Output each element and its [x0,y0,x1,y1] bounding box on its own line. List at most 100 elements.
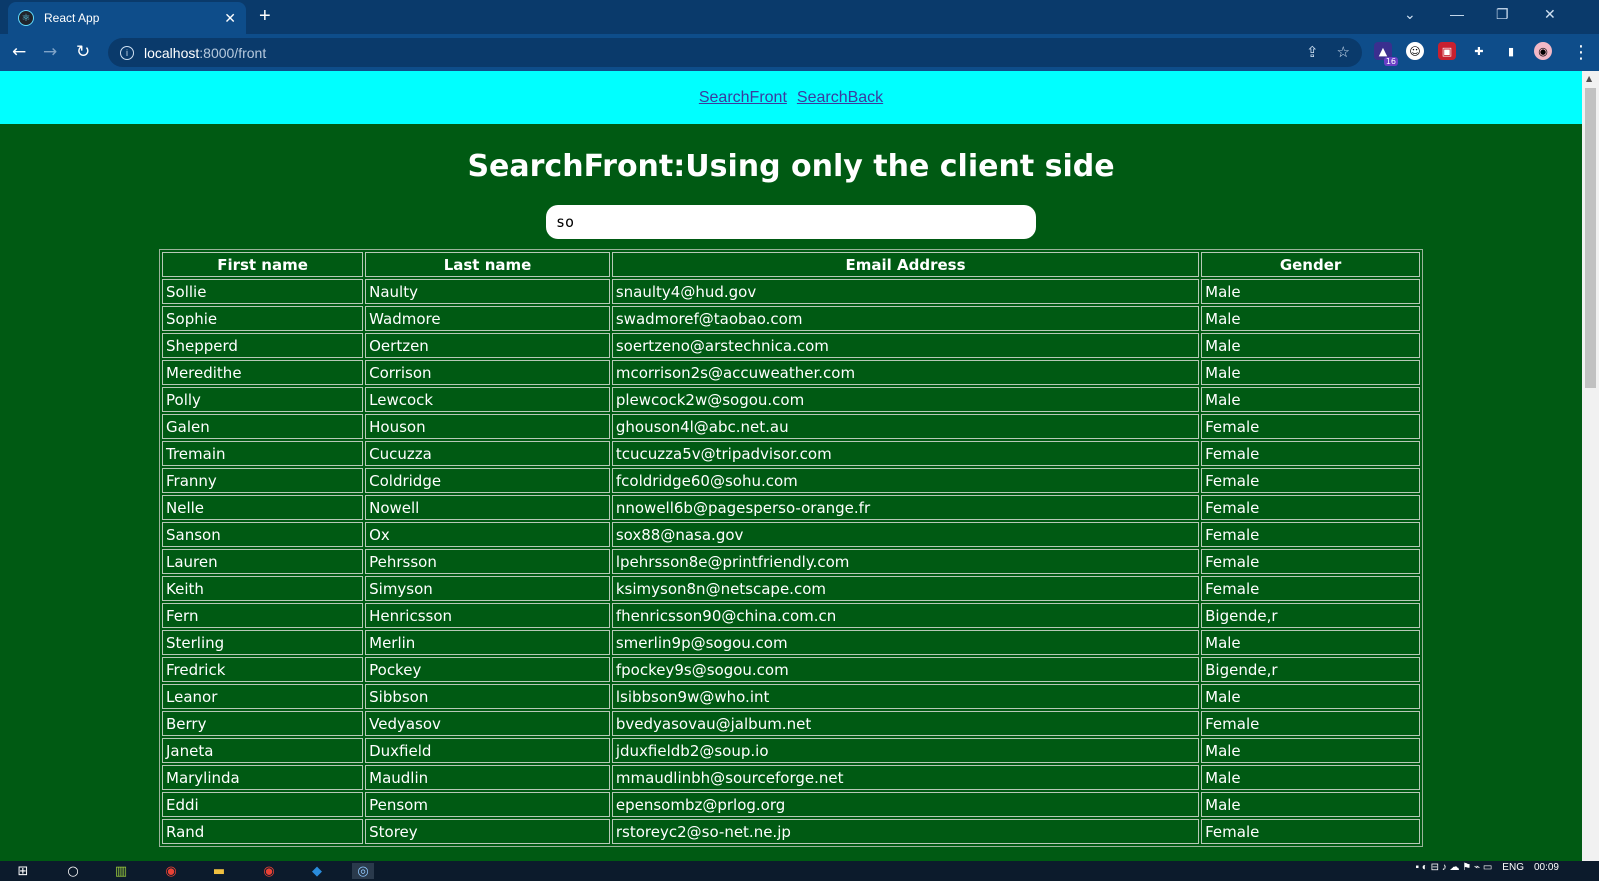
windows-start-icon[interactable]: ⊞ [12,863,34,879]
cell-email: swadmoref@taobao.com [611,306,1200,331]
nav-link-searchfront[interactable]: SearchFront [699,89,787,107]
vscode-icon[interactable]: ◆ [306,863,328,879]
cell-email: soertzeno@arstechnica.com [611,333,1200,358]
extension-icon[interactable]: ▲ 16 [1374,42,1398,66]
tray-icons[interactable]: ▪ ◐ ⊟ ♪ ☁ ⚑ ⌁ ▭ [1415,862,1492,873]
table-row: Eddi Pensom epensombz@prlog.org Male [162,792,1420,817]
cell-first-name: Marylinda [162,765,364,790]
cell-gender: Male [1201,630,1420,655]
header-email: Email Address [611,252,1200,277]
table-row: Fredrick Pockey fpockey9s@sogou.com Bigende… [162,657,1420,682]
profile-avatar[interactable]: ◉ [1534,42,1552,60]
cell-gender: Male [1201,333,1420,358]
cell-gender: Male [1201,279,1420,304]
cell-first-name: Berry [162,711,364,736]
address-bar[interactable]: i localhost:8000/front ⇪ ☆ [108,38,1362,67]
cell-gender: Female [1201,549,1420,574]
scroll-up-icon[interactable]: ▲ [1586,74,1592,83]
chrome-icon[interactable]: ◉ [160,863,182,879]
table-row: Sanson Ox sox88@nasa.gov Female [162,522,1420,547]
cell-email: fhenricsson90@china.com.cn [611,603,1200,628]
cell-email: fcoldridge60@sohu.com [611,468,1200,493]
cell-gender: Male [1201,792,1420,817]
cell-last-name: Pehrsson [365,549,610,574]
cell-last-name: Oertzen [365,333,610,358]
menu-dots-icon[interactable]: ⋮ [1572,42,1590,63]
tab-title: React App [44,11,100,25]
cell-first-name: Rand [162,819,364,844]
reload-icon[interactable]: ↻ [76,42,90,62]
cell-first-name: Franny [162,468,364,493]
back-icon[interactable]: ← [12,42,26,62]
cell-email: smerlin9p@sogou.com [611,630,1200,655]
cell-first-name: Fern [162,603,364,628]
share-icon[interactable]: ⇪ [1306,43,1319,61]
search-icon[interactable]: ○ [62,863,84,879]
scrollbar-thumb[interactable] [1585,88,1596,388]
cell-email: rstoreyc2@so-net.ne.jp [611,819,1200,844]
restore-icon[interactable]: ❐ [1496,6,1509,23]
close-window-icon[interactable]: ✕ [1544,6,1556,23]
cell-email: bvedyasovau@jalbum.net [611,711,1200,736]
cell-last-name: Merlin [365,630,610,655]
cell-gender: Bigende,r [1201,657,1420,682]
cell-first-name: Shepperd [162,333,364,358]
cell-last-name: Pockey [365,657,610,682]
cell-first-name: Tremain [162,441,364,466]
table-row: Sophie Wadmore swadmoref@taobao.com Male [162,306,1420,331]
clock[interactable]: 00:09 [1534,862,1559,873]
table-row: Shepperd Oertzen soertzeno@arstechnica.com… [162,333,1420,358]
table-row: Berry Vedyasov bvedyasovau@jalbum.net Femal… [162,711,1420,736]
url-host: localhost [144,44,200,61]
minimize-icon[interactable]: — [1450,6,1464,22]
cell-last-name: Lewcock [365,387,610,412]
close-tab-icon[interactable]: ✕ [224,10,236,27]
cell-last-name: Coldridge [365,468,610,493]
cell-gender: Male [1201,738,1420,763]
app-navbar: SearchFront SearchBack [0,71,1582,124]
cell-last-name: Naulty [365,279,610,304]
cell-email: ghouson4l@abc.net.au [611,414,1200,439]
search-input[interactable] [546,205,1036,239]
new-tab-icon[interactable]: + [259,5,271,28]
cell-gender: Female [1201,819,1420,844]
table-row: Tremain Cucuzza tcucuzza5v@tripadvisor.com… [162,441,1420,466]
puzzle-icon[interactable]: ✚ [1470,42,1488,60]
browser-tab[interactable]: ⚛ React App ✕ [8,2,246,34]
bookmark-star-icon[interactable]: ☆ [1337,43,1350,61]
cell-first-name: Eddi [162,792,364,817]
cell-email: nnowell6b@pagesperso-orange.fr [611,495,1200,520]
url-path: :8000/front [199,44,267,61]
file-explorer-icon[interactable]: ▬ [208,863,230,879]
extension-face-icon[interactable]: ☺ [1406,42,1424,60]
cell-last-name: Pensom [365,792,610,817]
system-tray: ▪ ◐ ⊟ ♪ ☁ ⚑ ⌁ ▭ ENG 00:09 [1415,862,1559,873]
cell-last-name: Wadmore [365,306,610,331]
active-app-icon[interactable]: ◎ [352,863,374,879]
header-gender: Gender [1201,252,1420,277]
info-icon[interactable]: i [120,45,134,60]
cell-email: epensombz@prlog.org [611,792,1200,817]
extensions-area: ▲ 16 ☺ ▣ ✚ ▮ ◉ [1374,42,1552,66]
nav-link-searchback[interactable]: SearchBack [797,89,883,107]
cell-first-name: Janeta [162,738,364,763]
page-scrollbar[interactable]: ▲ [1582,71,1599,861]
browser-tab-bar: ⚛ React App ✕ + ⌄ — ❐ ✕ [0,0,1599,34]
extension-red-icon[interactable]: ▣ [1438,42,1456,60]
cell-gender: Female [1201,495,1420,520]
tab-search-icon[interactable]: ⌄ [1404,6,1416,23]
cell-first-name: Polly [162,387,364,412]
language-indicator[interactable]: ENG [1502,862,1524,873]
chrome-icon-2[interactable]: ◉ [258,863,280,879]
forward-icon[interactable]: → [43,42,57,62]
cell-gender: Male [1201,306,1420,331]
side-panel-icon[interactable]: ▮ [1502,42,1520,60]
cell-last-name: Nowell [365,495,610,520]
cell-first-name: Galen [162,414,364,439]
cell-first-name: Lauren [162,549,364,574]
app-icon[interactable]: ▥ [110,863,132,879]
windows-taskbar: ⊞ ○ ▥ ◉ ▬ ◉ ◆ ◎ ▪ ◐ ⊟ ♪ ☁ ⚑ ⌁ ▭ ENG 00:0… [0,861,1599,881]
results-table: First name Last name Email Address Gende… [159,249,1423,847]
cell-first-name: Keith [162,576,364,601]
cell-email: jduxfieldb2@soup.io [611,738,1200,763]
